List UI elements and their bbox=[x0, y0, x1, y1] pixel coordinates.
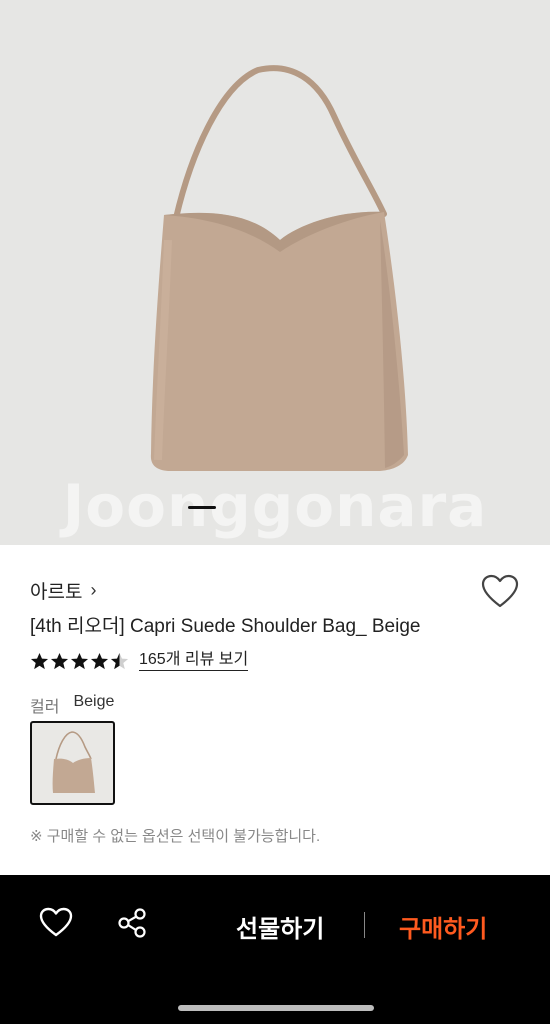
option-value: Beige bbox=[73, 693, 115, 710]
share-button[interactable] bbox=[114, 905, 150, 941]
product-image[interactable]: Joonggonara bbox=[0, 0, 550, 545]
heart-icon bbox=[39, 907, 73, 937]
star-full-icon bbox=[50, 652, 69, 669]
bottom-wishlist-button[interactable] bbox=[38, 906, 74, 938]
product-title: [4th 리오더] Capri Suede Shoulder Bag_ Beig… bbox=[30, 616, 421, 637]
wishlist-button[interactable] bbox=[480, 573, 520, 609]
review-link[interactable]: 165개 리뷰 보기 bbox=[139, 651, 249, 671]
option-row: 컬러 Beige bbox=[30, 693, 114, 717]
divider bbox=[364, 912, 365, 938]
chevron-right-icon: › bbox=[90, 580, 97, 600]
share-icon bbox=[118, 908, 146, 938]
bag-illustration bbox=[150, 65, 408, 471]
heart-icon bbox=[481, 574, 519, 608]
product-info: 아르토 › [4th 리오더] Capri Suede Shoulder Bag… bbox=[0, 545, 550, 875]
color-swatch-beige[interactable] bbox=[30, 721, 115, 805]
buy-button[interactable]: 구매하기 bbox=[399, 909, 487, 944]
option-notice: ※ 구매할 수 없는 옵션은 선택이 불가능합니다. bbox=[30, 828, 321, 845]
option-label: 컬러 bbox=[30, 699, 60, 716]
bag-thumbnail bbox=[52, 731, 95, 793]
bottom-action-bar: 선물하기 구매하기 bbox=[0, 875, 550, 1024]
brand-name: 아르토 bbox=[30, 582, 83, 603]
brand-link[interactable]: 아르토 › bbox=[30, 577, 96, 604]
image-pager-indicator bbox=[188, 506, 216, 509]
star-full-icon bbox=[70, 652, 89, 669]
home-indicator[interactable] bbox=[178, 1005, 374, 1011]
star-half-icon bbox=[110, 652, 129, 669]
rating-stars bbox=[30, 652, 129, 671]
watermark: Joonggonara bbox=[62, 472, 488, 540]
star-full-icon bbox=[30, 652, 49, 669]
rating-row: 165개 리뷰 보기 bbox=[30, 651, 249, 671]
star-full-icon bbox=[90, 652, 109, 669]
gift-button[interactable]: 선물하기 bbox=[236, 909, 324, 944]
